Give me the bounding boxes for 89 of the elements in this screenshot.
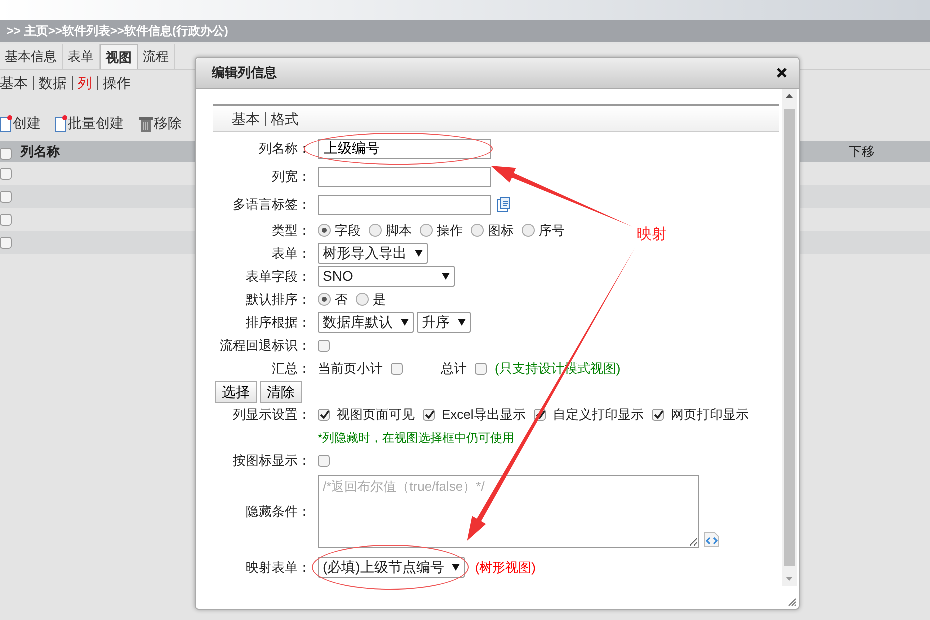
sub-tab[interactable]: 列 <box>72 76 97 90</box>
field-label: 按图标显示： <box>232 452 311 470</box>
checkbox-label: Excel导出显示 <box>442 406 526 424</box>
caret-icon <box>452 564 460 571</box>
text-field[interactable]: 上级编号 <box>318 139 491 159</box>
text-field[interactable] <box>318 167 491 187</box>
code-icon <box>704 532 720 548</box>
scroll-down-icon <box>786 577 793 581</box>
text-area[interactable]: /*返回布尔值（true/false）*/ <box>318 475 699 548</box>
sub-tab[interactable]: 数据 <box>33 76 72 90</box>
field-label: 多语言标签： <box>232 196 311 214</box>
trash-icon <box>138 114 154 132</box>
dropdown[interactable]: (必填)上级节点编号 <box>318 557 466 578</box>
checkbox[interactable] <box>391 362 403 374</box>
sub-tab[interactable]: 操作 <box>97 76 136 90</box>
row-checkbox[interactable] <box>0 168 12 180</box>
option-label: 图标 <box>488 222 514 240</box>
option-label: 字段 <box>335 222 361 240</box>
row-checkbox[interactable] <box>0 190 12 202</box>
annotation-text: 映射 <box>637 225 667 245</box>
resize-grip-icon <box>787 597 797 607</box>
caret-icon <box>442 273 450 280</box>
checkbox-label: 总计 <box>441 360 467 378</box>
new-document-icon <box>0 114 13 132</box>
checkbox-label: 网页打印显示 <box>670 406 749 424</box>
field-label: 汇总： <box>271 360 311 378</box>
checkbox[interactable] <box>423 408 435 420</box>
dropdown[interactable]: 数据库默认 <box>318 312 414 333</box>
field-label: 默认排序： <box>245 290 311 309</box>
dialog-title: 编辑列信息 <box>212 64 277 82</box>
tab[interactable]: 流程 <box>138 44 175 69</box>
dropdown[interactable]: 升序 <box>417 312 471 333</box>
checkbox[interactable] <box>318 408 330 420</box>
radio-button[interactable] <box>318 293 331 306</box>
action-button[interactable]: 清除 <box>260 380 302 402</box>
option-label: 操作 <box>437 222 463 240</box>
radio-button[interactable] <box>369 224 382 237</box>
radio-button[interactable] <box>420 224 433 237</box>
breadcrumb: >> 主页>>软件列表>>软件信息(行政办公) <box>0 20 930 42</box>
caret-icon <box>458 319 466 326</box>
tab[interactable]: 视图 <box>100 44 138 69</box>
close-icon <box>777 68 787 78</box>
checkbox[interactable] <box>0 148 12 160</box>
checkbox-label: 当前页小计 <box>318 360 383 378</box>
field-label: 流程回退标识： <box>219 336 311 355</box>
checkbox[interactable] <box>652 408 664 420</box>
toolbar-button[interactable]: 移除 <box>138 113 182 134</box>
field-label: 类型： <box>271 222 311 240</box>
radio-button[interactable] <box>522 224 535 237</box>
scrollbar[interactable] <box>782 89 797 586</box>
document-icon <box>497 197 511 213</box>
dropdown[interactable]: SNO <box>318 266 455 287</box>
option-label: 否 <box>335 290 348 309</box>
toolbar-button[interactable]: 创建 <box>0 113 41 134</box>
checkbox-label: 视图页面可见 <box>337 406 415 424</box>
new-document-icon <box>55 114 68 132</box>
option-label: 脚本 <box>386 222 412 240</box>
hint-text: (树形视图) <box>475 558 536 577</box>
scroll-up-icon <box>786 94 793 98</box>
option-label: 是 <box>373 290 386 309</box>
field-label: 隐藏条件： <box>245 502 311 521</box>
text-field[interactable] <box>318 195 491 215</box>
dialog-tab[interactable]: 格式 <box>265 112 304 126</box>
radio-button[interactable] <box>356 293 369 306</box>
close-button[interactable] <box>775 66 789 80</box>
dialog-tab[interactable]: 基本 <box>232 112 265 126</box>
option-label: 序号 <box>539 222 565 240</box>
action-button[interactable]: 选择 <box>215 380 257 402</box>
sub-tab[interactable]: 基本 <box>0 76 33 90</box>
caret-icon <box>415 250 423 257</box>
checkbox-label: 自定义打印显示 <box>552 406 644 424</box>
field-label: 列显示设置： <box>232 406 311 424</box>
field-label: 表单字段： <box>245 268 311 286</box>
checkbox[interactable] <box>475 362 487 374</box>
field-label: 列宽： <box>271 168 311 186</box>
field-label: 映射表单： <box>245 558 311 577</box>
checkbox[interactable] <box>318 340 330 352</box>
caret-icon <box>401 319 409 326</box>
row-checkbox[interactable] <box>0 236 12 248</box>
radio-button[interactable] <box>318 224 331 237</box>
field-label: 表单： <box>271 244 311 263</box>
radio-button[interactable] <box>471 224 484 237</box>
checkbox[interactable] <box>318 454 330 466</box>
dropdown[interactable]: 树形导入导出 <box>318 243 428 264</box>
field-label: 排序根据： <box>245 314 311 332</box>
toolbar-button[interactable]: 批量创建 <box>55 113 124 134</box>
row-checkbox[interactable] <box>0 214 12 226</box>
tab[interactable]: 基本信息 <box>0 44 63 69</box>
hint-text: *列隐藏时，在视图选择框中仍可使用 <box>318 430 515 446</box>
